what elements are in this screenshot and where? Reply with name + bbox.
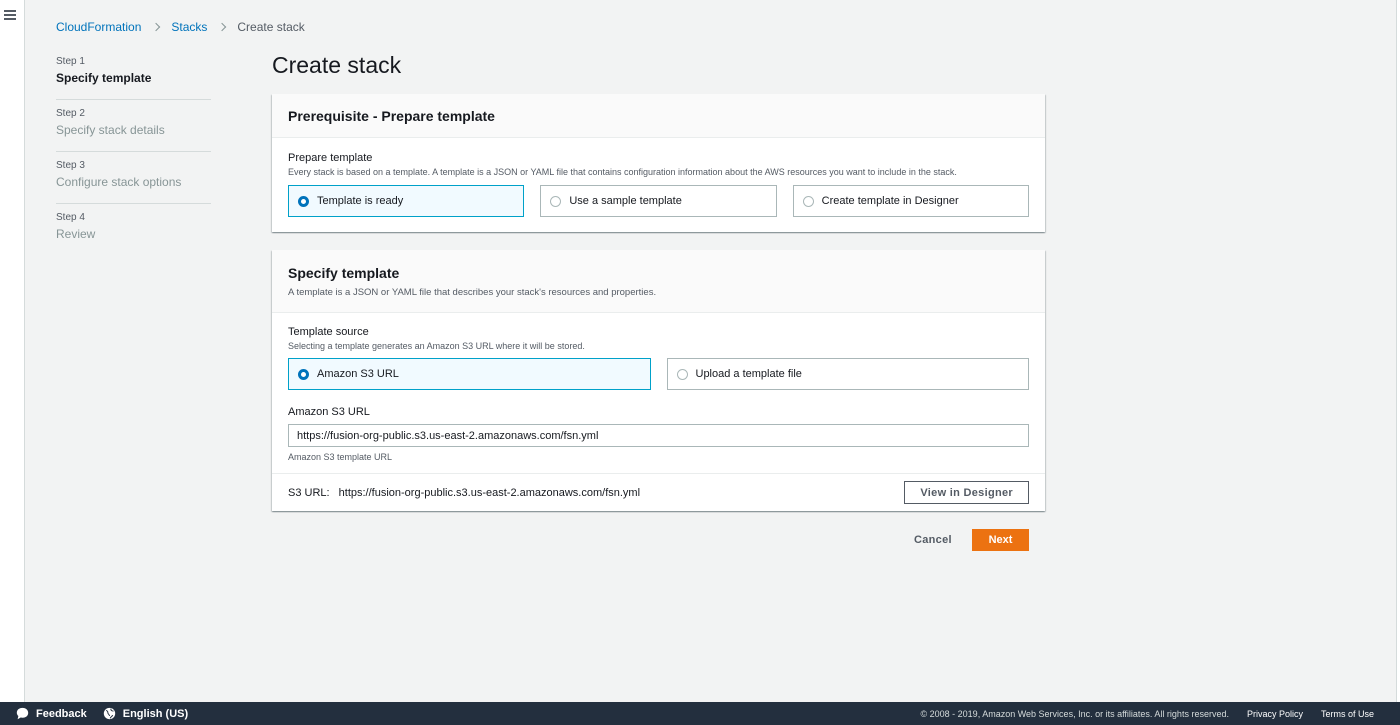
template-source-label: Template source: [288, 326, 369, 338]
breadcrumb-stacks[interactable]: Stacks: [171, 20, 207, 34]
step-1[interactable]: Step 1 Specify template: [56, 56, 211, 100]
panel-header: Specify template A template is a JSON or…: [272, 250, 1045, 313]
step-number: Step 4: [56, 212, 85, 223]
feedback-label: Feedback: [36, 707, 87, 720]
step-number: Step 2: [56, 108, 85, 119]
console-footer: Feedback English (US) © 2008 - 2019, Ama…: [0, 702, 1400, 725]
wizard-actions: Cancel Next: [900, 529, 1029, 551]
radio-designer-template[interactable]: Create template in Designer: [792, 185, 1029, 217]
step-name: Configure stack options: [56, 175, 182, 189]
wizard-steps: Step 1 Specify template Step 2 Specify s…: [56, 56, 211, 263]
page-title: Create stack: [272, 52, 402, 78]
breadcrumb: CloudFormation Stacks Create stack: [56, 20, 305, 34]
s3-url-key: S3 URL:: [288, 486, 330, 499]
view-in-designer-button[interactable]: View in Designer: [904, 481, 1029, 504]
radio-sample-template[interactable]: Use a sample template: [540, 185, 777, 217]
s3-url-label: Amazon S3 URL: [288, 406, 370, 418]
right-panel-edge: [1396, 0, 1400, 702]
panel-title: Specify template: [288, 265, 400, 281]
radio-upload-template[interactable]: Upload a template file: [666, 358, 1029, 390]
feedback-link[interactable]: Feedback: [16, 707, 87, 720]
copyright-text: © 2008 - 2019, Amazon Web Services, Inc.…: [920, 708, 1229, 719]
panel-title: Prerequisite - Prepare template: [288, 108, 495, 124]
s3-url-input[interactable]: https://fusion-org-public.s3.us-east-2.a…: [288, 424, 1029, 447]
s3-url-hint: Amazon S3 template URL: [288, 452, 393, 462]
prepare-template-description: Every stack is based on a template. A te…: [288, 167, 957, 177]
radio-unselected-icon: [550, 195, 562, 207]
step-number: Step 1: [56, 56, 85, 67]
cancel-button[interactable]: Cancel: [900, 529, 966, 551]
prepare-template-panel: Prerequisite - Prepare template Prepare …: [272, 94, 1045, 232]
prepare-template-label: Prepare template: [288, 152, 373, 164]
step-number: Step 3: [56, 160, 85, 171]
terms-of-use-link[interactable]: Terms of Use: [1321, 709, 1374, 719]
prepare-template-options: Template is ready Use a sample template …: [288, 185, 1029, 217]
step-name: Specify template: [56, 71, 152, 85]
radio-amazon-s3-url[interactable]: Amazon S3 URL: [288, 358, 651, 390]
s3-url-summary: S3 URL: https://fusion-org-public.s3.us-…: [272, 473, 1045, 511]
radio-label: Template is ready: [317, 195, 404, 207]
template-source-description: Selecting a template generates an Amazon…: [288, 341, 585, 351]
radio-label: Create template in Designer: [821, 195, 959, 207]
chevron-right-icon: [218, 22, 227, 32]
left-nav-rail: [0, 0, 25, 702]
language-selector[interactable]: English (US): [103, 707, 188, 720]
radio-label: Upload a template file: [695, 368, 802, 380]
radio-label: Use a sample template: [569, 195, 682, 207]
radio-template-ready[interactable]: Template is ready: [288, 185, 525, 217]
step-2: Step 2 Specify stack details: [56, 108, 211, 152]
radio-label: Amazon S3 URL: [317, 368, 399, 380]
radio-selected-icon: [298, 368, 309, 380]
globe-icon: [103, 707, 115, 720]
next-button[interactable]: Next: [972, 529, 1029, 551]
speech-bubble-icon: [16, 707, 29, 720]
panel-description: A template is a JSON or YAML file that d…: [288, 287, 657, 298]
radio-selected-icon: [298, 195, 309, 207]
breadcrumb-current: Create stack: [237, 20, 305, 34]
step-4: Step 4 Review: [56, 212, 211, 255]
specify-template-panel: Specify template A template is a JSON or…: [272, 250, 1045, 511]
language-label: English (US): [122, 707, 189, 720]
chevron-right-icon: [152, 22, 161, 32]
radio-unselected-icon: [802, 195, 814, 207]
s3-url-value: https://fusion-org-public.s3.us-east-2.a…: [338, 486, 641, 499]
menu-icon[interactable]: [4, 10, 16, 20]
step-name: Review: [56, 227, 96, 241]
privacy-policy-link[interactable]: Privacy Policy: [1247, 709, 1303, 719]
panel-header: Prerequisite - Prepare template: [272, 94, 1045, 138]
step-name: Specify stack details: [56, 123, 165, 137]
step-3: Step 3 Configure stack options: [56, 160, 211, 204]
template-source-options: Amazon S3 URL Upload a template file: [288, 358, 1029, 390]
radio-unselected-icon: [676, 368, 688, 380]
breadcrumb-cloudformation[interactable]: CloudFormation: [56, 20, 141, 34]
